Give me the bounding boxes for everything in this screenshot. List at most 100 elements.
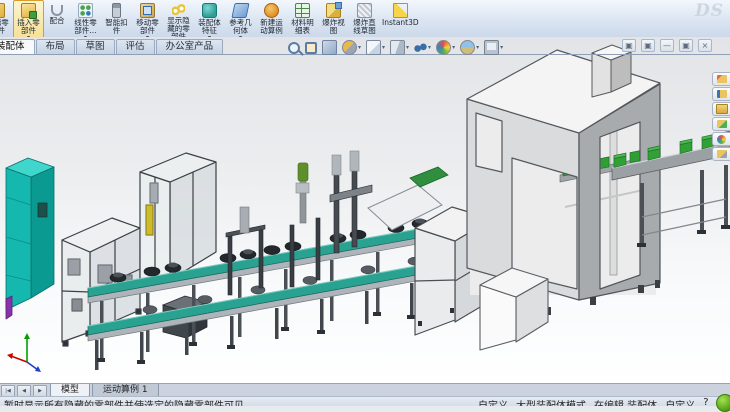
- right-enclosure[interactable]: [467, 45, 660, 315]
- new-motion-study-icon: [264, 3, 279, 18]
- ribbon-buttons: 编辑零部件▾插入零部件▾ 配合线性零部件...▾智能扣件移动零部件▾显示隐藏的零部…: [0, 0, 421, 38]
- file-explorer-icon: [716, 104, 728, 114]
- dropdown-arrow-icon[interactable]: ▾: [428, 44, 431, 51]
- button-label: 移动零部件: [134, 19, 161, 35]
- design-library-icon: [717, 90, 727, 98]
- button-label: 显示隐藏的零部件: [165, 17, 192, 38]
- restore-icon[interactable]: ▣: [679, 39, 693, 52]
- command-tab-1[interactable]: 布局: [36, 39, 75, 54]
- document-window-controls: ▣ ▣ — ▣ ×: [622, 39, 712, 52]
- command-manager-ribbon: 编辑零部件▾插入零部件▾ 配合线性零部件...▾智能扣件移动零部件▾显示隐藏的零部…: [0, 0, 730, 38]
- button-label: 编辑零部件: [0, 19, 11, 35]
- insert-components-icon: [21, 3, 36, 18]
- window-icon-a-icon[interactable]: ▣: [622, 39, 636, 52]
- reference-geometry-icon: [231, 3, 249, 18]
- smart-fasteners-icon: [112, 3, 121, 18]
- move-component-button[interactable]: 移动零部件▾: [132, 0, 163, 38]
- apply-scene-button[interactable]: ▾: [459, 39, 480, 56]
- assembly-features-button[interactable]: 装配体特征▾: [194, 0, 225, 38]
- smart-fasteners-button[interactable]: 智能扣件: [101, 0, 132, 38]
- edit-appearance-icon: [436, 40, 451, 55]
- white-box[interactable]: [480, 268, 548, 350]
- section-view-icon: [342, 40, 357, 55]
- design-library-tab[interactable]: [712, 87, 730, 101]
- dropdown-arrow-icon[interactable]: ▾: [358, 44, 361, 51]
- dropdown-arrow-icon[interactable]: ▾: [500, 44, 503, 51]
- bill-of-materials-icon: [295, 3, 310, 18]
- dassault-ds-logo: DS: [695, 1, 724, 21]
- button-label: 配合: [50, 17, 65, 25]
- graphics-viewport[interactable]: ▾ ▾ ▾ ▾ ▾ ▾ ▾: [0, 37, 730, 383]
- button-label: 装配体特征: [196, 19, 223, 35]
- view-orientation-icon: [366, 40, 381, 55]
- close-icon[interactable]: ×: [698, 39, 712, 52]
- origin-triad: [7, 333, 41, 372]
- button-label: 新建运动算例: [258, 19, 285, 35]
- dropdown-arrow-icon[interactable]: ▾: [406, 44, 409, 51]
- button-label: 材料明细表: [289, 19, 316, 35]
- display-style-button[interactable]: ▾: [389, 39, 410, 56]
- edit-appearance-button[interactable]: ▾: [435, 39, 456, 56]
- linear-component-pattern-button[interactable]: 线性零部件...▾: [70, 0, 101, 38]
- solidworks-resources-icon: [717, 75, 727, 83]
- zoom-to-fit-icon: [288, 42, 300, 54]
- command-tab-0[interactable]: 装配体: [0, 39, 35, 54]
- window-icon-b-icon[interactable]: ▣: [641, 39, 655, 52]
- explode-line-sketch-button[interactable]: 爆炸直线草图: [349, 0, 380, 38]
- file-explorer-tab[interactable]: [712, 102, 730, 116]
- hide-show-items-button[interactable]: ▾: [413, 40, 432, 55]
- button-label: 插入零部件: [15, 19, 42, 35]
- button-label: 爆炸视图: [320, 19, 347, 35]
- section-view-button[interactable]: ▾: [341, 39, 362, 56]
- bill-of-materials-button[interactable]: 材料明细表: [287, 0, 318, 38]
- button-label: Instant3D: [382, 19, 419, 27]
- help-bubble-icon[interactable]: [716, 394, 730, 412]
- display-style-icon: [390, 40, 405, 55]
- command-tab-3[interactable]: 评估: [116, 39, 155, 54]
- move-component-icon: [140, 3, 155, 18]
- custom-properties-icon: [717, 150, 727, 158]
- show-hidden-components-icon: [172, 3, 185, 16]
- insert-components-button[interactable]: 插入零部件▾: [13, 0, 44, 38]
- dropdown-arrow-icon[interactable]: ▾: [452, 44, 455, 51]
- dropdown-arrow-icon[interactable]: ▾: [382, 44, 385, 51]
- command-tabs: 装配体布局草图评估办公室产品: [0, 39, 224, 54]
- document-tab-strip: |◀◀▶模型运动算例 1: [0, 383, 730, 397]
- linear-component-pattern-icon: [78, 3, 93, 18]
- solidworks-resources-tab[interactable]: [712, 72, 730, 86]
- zoom-to-area-button[interactable]: [304, 41, 318, 55]
- edit-component-icon: [0, 3, 5, 18]
- mate-icon: [51, 5, 63, 16]
- previous-view-icon: [322, 40, 337, 55]
- view-palette-icon: [717, 120, 727, 128]
- command-tab-4[interactable]: 办公室产品: [156, 39, 224, 54]
- edit-component-button[interactable]: 编辑零部件▾: [0, 0, 13, 38]
- assembly-features-icon: [202, 3, 217, 18]
- task-pane-tabs: [712, 72, 730, 161]
- appearances-scenes-icon: [717, 135, 726, 144]
- teal-cabinet[interactable]: [6, 158, 54, 319]
- mate-button[interactable]: 配合: [44, 0, 70, 38]
- view-orientation-button[interactable]: ▾: [365, 39, 386, 56]
- headsup-view-toolbar: ▾ ▾ ▾ ▾ ▾ ▾ ▾: [287, 39, 504, 56]
- view-settings-button[interactable]: ▾: [483, 39, 504, 56]
- dropdown-arrow-icon[interactable]: ▾: [476, 44, 479, 51]
- button-label: 智能扣件: [103, 19, 130, 35]
- assembly-3d-model[interactable]: [0, 37, 730, 383]
- appearances-scenes-tab[interactable]: [712, 132, 730, 146]
- button-label: 线性零部件...: [72, 19, 99, 35]
- new-motion-study-button[interactable]: 新建运动算例: [256, 0, 287, 38]
- view-settings-icon: [484, 40, 499, 55]
- show-hidden-components-button[interactable]: 显示隐藏的零部件: [163, 0, 194, 38]
- previous-view-button[interactable]: [321, 39, 338, 56]
- exploded-view-button[interactable]: 爆炸视图: [318, 0, 349, 38]
- apply-scene-icon: [460, 40, 475, 55]
- zoom-to-fit-button[interactable]: [287, 41, 301, 55]
- reference-geometry-button[interactable]: 参考几何体▾: [225, 0, 256, 38]
- minimize-icon[interactable]: —: [660, 39, 674, 52]
- view-palette-tab[interactable]: [712, 117, 730, 131]
- explode-line-sketch-icon: [357, 3, 372, 18]
- instant3d-button[interactable]: Instant3D: [380, 0, 421, 38]
- custom-properties-tab[interactable]: [712, 147, 730, 161]
- command-tab-2[interactable]: 草图: [76, 39, 115, 54]
